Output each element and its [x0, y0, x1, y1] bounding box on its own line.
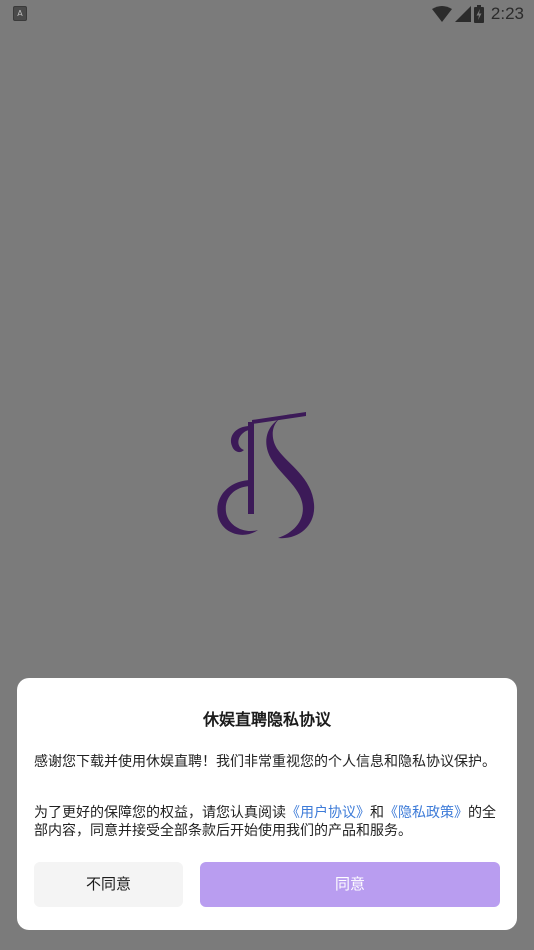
status-icons: 2:23	[431, 3, 524, 25]
agreement-text-before: 为了更好的保障您的权益，请您认真阅读	[34, 805, 286, 821]
user-agreement-link[interactable]: 《用户协议》	[286, 805, 370, 821]
privacy-policy-link[interactable]: 《隐私政策》	[384, 805, 468, 821]
js-monogram-logo	[217, 412, 315, 539]
wifi-icon	[431, 6, 452, 22]
agreement-text-and: 和	[370, 805, 384, 821]
dialog-intro-text: 感谢您下载并使用休娱直聘！我们非常重视您的个人信息和隐私协议保护。	[34, 754, 496, 770]
agree-button[interactable]: 同意	[200, 862, 500, 907]
battery-charging-icon	[473, 5, 484, 23]
notification-a-icon: A	[13, 6, 27, 21]
disagree-button[interactable]: 不同意	[34, 862, 183, 907]
dialog-agreement-text: 为了更好的保障您的权益，请您认真阅读《用户协议》和《隐私政策》的全部内容，同意并…	[34, 804, 500, 840]
status-time: 2:23	[490, 4, 524, 23]
signal-icon	[454, 6, 471, 22]
dialog-title: 休娱直聘隐私协议	[202, 710, 331, 729]
privacy-dialog: 休娱直聘隐私协议 感谢您下载并使用休娱直聘！我们非常重视您的个人信息和隐私协议保…	[17, 678, 517, 930]
status-bar: A 2:23	[0, 0, 534, 28]
